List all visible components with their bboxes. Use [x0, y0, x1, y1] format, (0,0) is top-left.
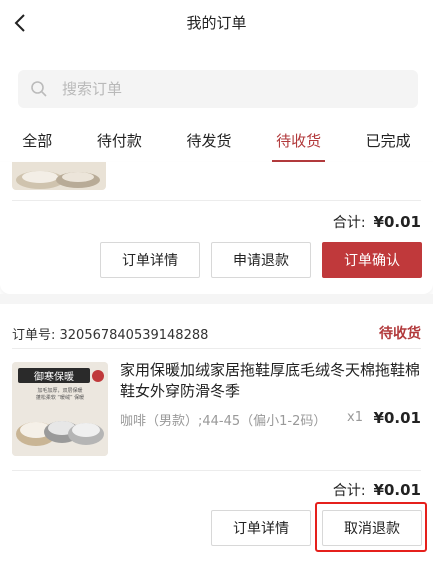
tab-completed[interactable]: 已完成 — [362, 126, 415, 162]
card-separator — [0, 294, 433, 304]
product-image — [12, 162, 106, 190]
order-total: 合计: ¥0.01 — [333, 480, 421, 500]
product-price: ¥0.01 — [373, 409, 421, 427]
header-bar: 我的订单 — [0, 0, 433, 46]
divider — [12, 348, 421, 349]
divider — [12, 200, 421, 201]
page-title: 我的订单 — [186, 14, 247, 32]
tab-all[interactable]: 全部 — [18, 126, 56, 162]
product-spec: 咖啡（男款）;44-45（偏小1-2码） — [120, 414, 327, 429]
order-tabs: 全部 待付款 待发货 待收货 已完成 — [0, 126, 433, 162]
order-number: 订单号: 320567840539148288 — [12, 328, 209, 343]
tab-pending-payment[interactable]: 待付款 — [93, 126, 146, 162]
product-image-line1: 加毛加厚，双层保暖 — [37, 387, 82, 394]
order-card: 订单号: 320567840539148288 待收货 御寒保暖 加毛加厚，双层… — [0, 304, 433, 564]
search-icon — [31, 81, 47, 97]
total-label: 合计: — [332, 483, 366, 499]
total-amount: ¥0.01 — [373, 213, 421, 231]
order-details-button[interactable]: 订单详情 — [211, 510, 311, 546]
order-card: 合计: ¥0.01 订单详情 申请退款 订单确认 — [0, 162, 433, 294]
tab-pending-shipment[interactable]: 待发货 — [182, 126, 235, 162]
total-amount: ¥0.01 — [373, 481, 421, 499]
tab-pending-receipt[interactable]: 待收货 — [272, 126, 326, 162]
product-title[interactable]: 家用保暖加绒家居拖鞋厚底毛绒冬天棉拖鞋棉鞋女外穿防滑冬季 — [120, 360, 422, 402]
cancel-refund-button[interactable]: 取消退款 — [322, 510, 422, 546]
confirm-order-button[interactable]: 订单确认 — [322, 242, 422, 278]
total-label: 合计: — [332, 215, 366, 231]
product-quantity: x1 — [347, 410, 363, 425]
search-bar[interactable] — [18, 70, 418, 108]
order-details-button[interactable]: 订单详情 — [100, 242, 200, 278]
divider — [12, 470, 421, 471]
order-total: 合计: ¥0.01 — [333, 212, 421, 232]
product-image-line2: 蓬松柔软 “暖绒” 保暖 — [36, 394, 84, 401]
order-status: 待收货 — [379, 326, 421, 342]
product-image[interactable]: 御寒保暖 加毛加厚，双层保暖 蓬松柔软 “暖绒” 保暖 — [12, 362, 108, 456]
product-image-title: 御寒保暖 — [34, 370, 74, 383]
request-refund-button[interactable]: 申请退款 — [211, 242, 311, 278]
search-input[interactable] — [62, 70, 402, 108]
